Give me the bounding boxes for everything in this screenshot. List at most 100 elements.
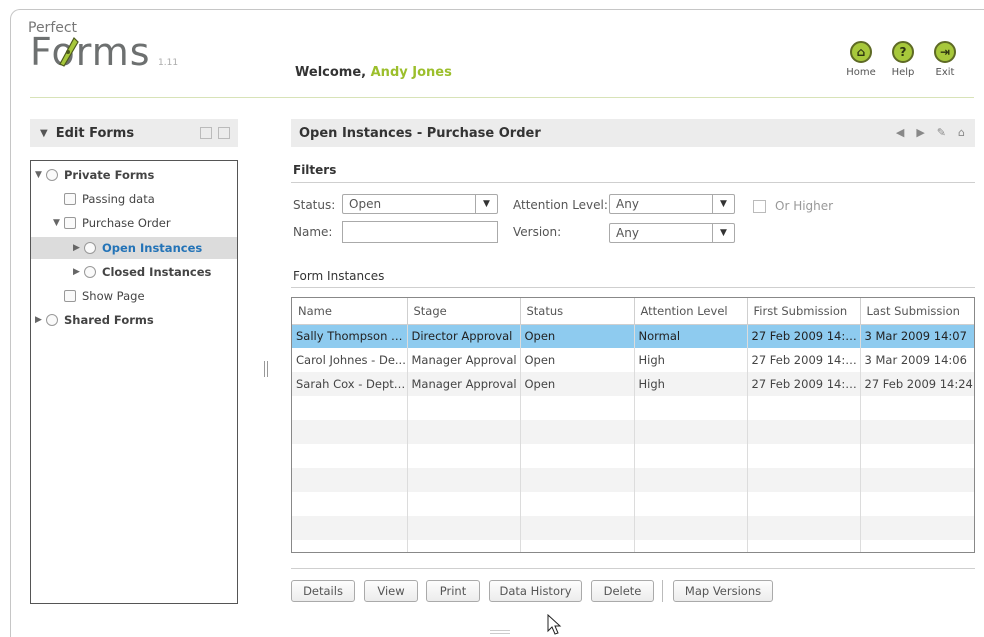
table-cell: Manager Approval — [407, 372, 521, 396]
attention-level-label: Attention Level: — [513, 198, 608, 212]
tree-item-label: Show Page — [82, 289, 145, 303]
table-row-empty — [292, 492, 974, 516]
table-cell: 27 Feb 2009 14:24 — [860, 372, 974, 396]
help-icon: ? — [892, 41, 914, 63]
or-higher-checkbox[interactable] — [753, 200, 766, 213]
column-header-last-submission[interactable]: Last Submission — [860, 298, 974, 325]
instances-divider — [291, 287, 975, 288]
filters-divider — [291, 182, 975, 183]
resize-grip-handle[interactable] — [490, 630, 510, 634]
home-icon: ⌂ — [850, 41, 872, 63]
table-row[interactable]: Sarah Cox - Dept: ... Manager Approval O… — [292, 372, 974, 396]
expand-arrow-icon: ▶ — [35, 315, 42, 325]
exit-label: Exit — [935, 67, 955, 78]
attention-level-select[interactable]: Any ▼ — [609, 194, 735, 214]
form-instances-title: Form Instances — [293, 269, 385, 283]
column-header-attention-level[interactable]: Attention Level — [634, 298, 748, 325]
print-button[interactable]: Print — [426, 580, 480, 602]
table-cell: Director Approval — [407, 324, 521, 348]
version-select[interactable]: Any ▼ — [609, 223, 735, 243]
view-button[interactable]: View — [364, 580, 418, 602]
help-label: Help — [891, 67, 915, 78]
tree-item-closed-instances[interactable]: ▶ Closed Instances — [73, 261, 211, 283]
tree-item-open-instances[interactable]: ▶ Open Instances — [31, 237, 237, 259]
table-row-empty — [292, 444, 974, 468]
logo-version: 1.11 — [158, 58, 179, 68]
top-navigation: ⌂ Home ? Help ⇥ Exit — [846, 41, 960, 78]
table-cell: 27 Feb 2009 14:24 — [747, 372, 861, 396]
logo-big-text: Forms — [30, 30, 151, 74]
tree-item-show-page[interactable]: Show Page — [64, 285, 145, 307]
table-cell: 27 Feb 2009 14:25 — [747, 348, 861, 372]
tree-item-label: Private Forms — [64, 168, 155, 182]
table-cell: Open — [520, 324, 635, 348]
next-arrow-icon[interactable]: ▶ — [916, 126, 924, 139]
tree-item-label: Passing data — [82, 192, 155, 206]
edit-forms-header[interactable]: ▼ Edit Forms — [30, 119, 238, 147]
home-button[interactable]: ⌂ Home — [846, 41, 876, 78]
table-header-row: Name Stage Status Attention Level First … — [292, 298, 974, 325]
table-row-empty — [292, 468, 974, 492]
dropdown-arrow-icon: ▼ — [475, 195, 497, 213]
form-document-icon — [64, 193, 76, 205]
tree-item-private-forms[interactable]: ▼ Private Forms — [35, 164, 154, 186]
table-cell: 3 Mar 2009 14:07 — [860, 324, 974, 348]
edit-forms-tools — [200, 127, 230, 139]
table-cell: Normal — [634, 324, 748, 348]
exit-icon: ⇥ — [934, 41, 956, 63]
name-input[interactable] — [342, 221, 498, 243]
welcome-message: Welcome, Andy Jones — [295, 65, 452, 80]
collapse-triangle-icon: ▼ — [40, 127, 48, 139]
panel-splitter-handle[interactable] — [264, 361, 268, 377]
new-folder-icon[interactable] — [218, 127, 230, 139]
table-cell: Open — [520, 348, 635, 372]
tree-item-label: Purchase Order — [82, 216, 171, 230]
table-row-empty — [292, 396, 974, 420]
status-select[interactable]: Open ▼ — [342, 194, 498, 214]
tree-item-shared-forms[interactable]: ▶ Shared Forms — [35, 309, 154, 331]
attention-level-value: Any — [616, 197, 639, 211]
table-cell: 27 Feb 2009 14:26 — [747, 324, 861, 348]
help-button[interactable]: ? Help — [888, 41, 918, 78]
instances-panel-header: Open Instances - Purchase Order ◀ ▶ ✎ ⌂ — [291, 119, 975, 147]
previous-arrow-icon[interactable]: ◀ — [896, 126, 904, 139]
column-header-name[interactable]: Name — [292, 298, 408, 325]
dropdown-arrow-icon: ▼ — [712, 195, 734, 213]
home-small-icon[interactable]: ⌂ — [958, 126, 965, 139]
button-separator — [662, 580, 663, 602]
tree-item-label: Shared Forms — [64, 313, 154, 327]
version-label: Version: — [513, 225, 562, 239]
column-header-stage[interactable]: Stage — [407, 298, 521, 325]
exit-button[interactable]: ⇥ Exit — [930, 41, 960, 78]
welcome-user-name: Andy Jones — [370, 65, 452, 80]
tree-item-label: Open Instances — [102, 241, 203, 255]
edit-pencil-icon[interactable]: ✎ — [937, 126, 946, 139]
table-cell: Carol Johnes - De... — [292, 348, 408, 372]
instances-folder-icon — [84, 242, 96, 254]
column-header-first-submission[interactable]: First Submission — [747, 298, 861, 325]
table-row-empty — [292, 540, 974, 552]
map-versions-button[interactable]: Map Versions — [673, 580, 773, 602]
table-cell: 3 Mar 2009 14:06 — [860, 348, 974, 372]
expand-arrow-icon: ▶ — [73, 243, 80, 253]
tree-item-purchase-order[interactable]: ▼ Purchase Order — [53, 212, 171, 234]
perfectforms-logo: Perfect Forms 1.11 — [28, 20, 188, 80]
expand-arrow-icon: ▶ — [73, 267, 80, 277]
status-select-value: Open — [349, 197, 382, 211]
tree-item-passing-data[interactable]: Passing data — [64, 188, 155, 210]
table-row[interactable]: Sally Thompson - ... Director Approval O… — [292, 324, 974, 348]
pen-nib-icon — [59, 37, 79, 67]
tree-item-label: Closed Instances — [102, 265, 212, 279]
edit-forms-title: Edit Forms — [55, 125, 135, 141]
expand-arrow-icon: ▼ — [35, 170, 42, 180]
new-form-icon[interactable] — [200, 127, 212, 139]
data-history-button[interactable]: Data History — [489, 580, 582, 602]
details-button[interactable]: Details — [291, 580, 355, 602]
table-row[interactable]: Carol Johnes - De... Manager Approval Op… — [292, 348, 974, 372]
expand-arrow-icon: ▼ — [53, 218, 60, 228]
delete-button[interactable]: Delete — [591, 580, 654, 602]
table-cell: Sally Thompson - ... — [292, 324, 408, 348]
column-header-status[interactable]: Status — [520, 298, 635, 325]
table-row-empty — [292, 420, 974, 444]
header-divider — [30, 97, 974, 98]
